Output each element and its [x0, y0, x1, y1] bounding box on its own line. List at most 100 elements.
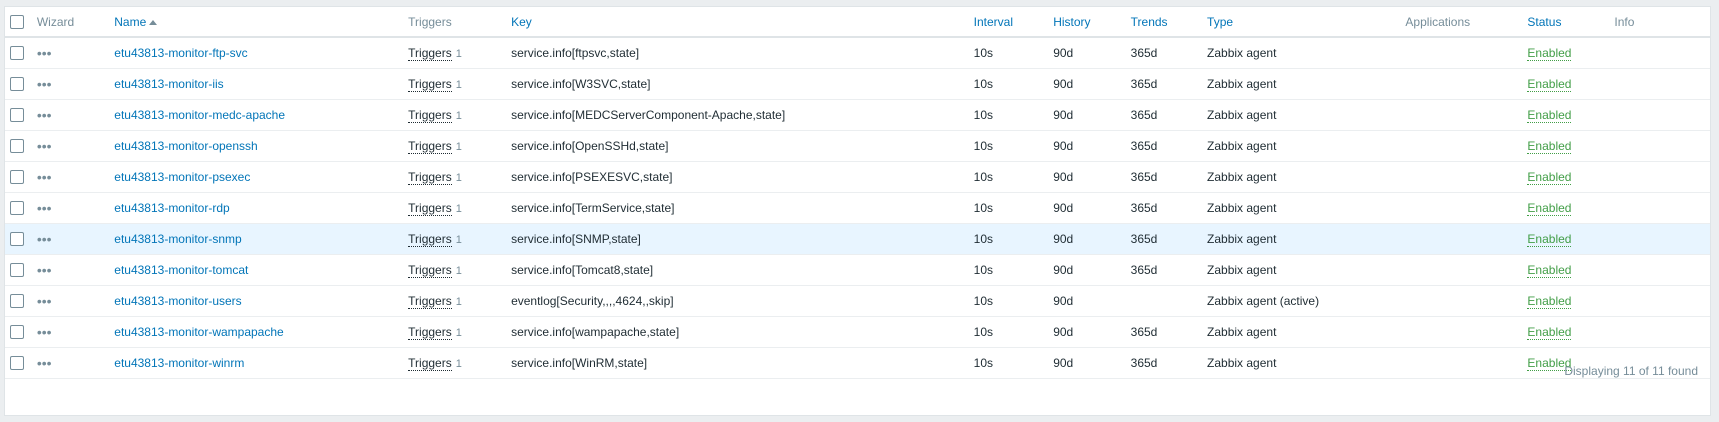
- item-name-link[interactable]: etu43813-monitor-iis: [114, 77, 223, 91]
- row-trends-cell: 365d: [1130, 37, 1208, 69]
- item-name-link[interactable]: etu43813-monitor-ftp-svc: [114, 46, 247, 60]
- row-checkbox[interactable]: [10, 325, 24, 340]
- header-status[interactable]: Status: [1527, 7, 1615, 38]
- row-wizard-cell: •••: [36, 285, 115, 317]
- header-info: Info: [1614, 7, 1710, 38]
- ellipsis-icon[interactable]: •••: [37, 45, 52, 61]
- triggers-link[interactable]: Triggers: [408, 356, 452, 371]
- row-type-cell: Zabbix agent: [1207, 99, 1406, 131]
- trigger-count: 1: [455, 234, 462, 246]
- items-table-body: ••• etu43813-monitor-ftp-svc Triggers 1 serv…: [5, 37, 1710, 379]
- row-status-cell: Enabled: [1527, 130, 1615, 162]
- row-type-cell: Zabbix agent: [1207, 192, 1406, 224]
- row-history-cell: 90d: [1053, 99, 1131, 131]
- status-toggle-link[interactable]: Enabled: [1527, 294, 1572, 309]
- item-name-link[interactable]: etu43813-monitor-rdp: [114, 201, 229, 215]
- triggers-link[interactable]: Triggers: [408, 201, 452, 216]
- row-checkbox[interactable]: [10, 108, 24, 123]
- row-type-cell: Zabbix agent: [1207, 68, 1406, 100]
- row-applications-cell: [1405, 254, 1528, 286]
- row-interval-cell: 10s: [973, 68, 1054, 100]
- trigger-count: 1: [455, 358, 462, 370]
- row-key-cell: eventlog[Security,,,,4624,,skip]: [511, 285, 974, 317]
- triggers-link[interactable]: Triggers: [408, 77, 452, 92]
- status-toggle-link[interactable]: Enabled: [1527, 232, 1572, 247]
- row-select-cell: [5, 254, 37, 286]
- item-name-link[interactable]: etu43813-monitor-wampapache: [114, 325, 283, 339]
- ellipsis-icon[interactable]: •••: [37, 107, 52, 123]
- row-type-cell: Zabbix agent: [1207, 223, 1406, 255]
- row-checkbox[interactable]: [10, 170, 24, 185]
- header-interval[interactable]: Interval: [973, 7, 1054, 38]
- item-name-link[interactable]: etu43813-monitor-tomcat: [114, 263, 248, 277]
- row-checkbox[interactable]: [10, 294, 24, 309]
- row-name-cell: etu43813-monitor-medc-apache: [114, 99, 409, 131]
- row-key-cell: service.info[wampapache,state]: [511, 316, 974, 348]
- ellipsis-icon[interactable]: •••: [37, 262, 52, 278]
- ellipsis-icon[interactable]: •••: [37, 355, 52, 371]
- row-interval-cell: 10s: [973, 285, 1054, 317]
- row-wizard-cell: •••: [36, 130, 115, 162]
- table-row: ••• etu43813-monitor-users Triggers 1 eventl…: [5, 285, 1710, 317]
- item-name-link[interactable]: etu43813-monitor-snmp: [114, 232, 241, 246]
- row-wizard-cell: •••: [36, 347, 115, 379]
- item-name-link[interactable]: etu43813-monitor-winrm: [114, 356, 244, 370]
- row-triggers-cell: Triggers 1: [408, 347, 512, 379]
- ellipsis-icon[interactable]: •••: [37, 324, 52, 340]
- item-name-link[interactable]: etu43813-monitor-medc-apache: [114, 108, 285, 122]
- header-name[interactable]: Name: [114, 7, 409, 38]
- row-checkbox[interactable]: [10, 201, 24, 216]
- triggers-link[interactable]: Triggers: [408, 108, 452, 123]
- ellipsis-icon[interactable]: •••: [37, 200, 52, 216]
- header-trends[interactable]: Trends: [1130, 7, 1208, 38]
- ellipsis-icon[interactable]: •••: [37, 138, 52, 154]
- row-info-cell: [1614, 223, 1710, 255]
- trigger-count: 1: [455, 203, 462, 215]
- triggers-link[interactable]: Triggers: [408, 46, 452, 61]
- row-select-cell: [5, 223, 37, 255]
- item-name-link[interactable]: etu43813-monitor-users: [114, 294, 241, 308]
- row-checkbox[interactable]: [10, 356, 24, 371]
- triggers-link[interactable]: Triggers: [408, 294, 452, 309]
- status-toggle-link[interactable]: Enabled: [1527, 139, 1572, 154]
- ellipsis-icon[interactable]: •••: [37, 76, 52, 92]
- row-triggers-cell: Triggers 1: [408, 37, 512, 69]
- triggers-link[interactable]: Triggers: [408, 139, 452, 154]
- header-type[interactable]: Type: [1207, 7, 1406, 38]
- status-toggle-link[interactable]: Enabled: [1527, 170, 1572, 185]
- row-name-cell: etu43813-monitor-winrm: [114, 347, 409, 379]
- row-applications-cell: [1405, 192, 1528, 224]
- row-history-cell: 90d: [1053, 161, 1131, 193]
- header-history[interactable]: History: [1053, 7, 1131, 38]
- header-key[interactable]: Key: [511, 7, 974, 38]
- row-select-cell: [5, 161, 37, 193]
- row-checkbox[interactable]: [10, 263, 24, 278]
- row-checkbox[interactable]: [10, 139, 24, 154]
- triggers-link[interactable]: Triggers: [408, 325, 452, 340]
- ellipsis-icon[interactable]: •••: [37, 293, 52, 309]
- status-toggle-link[interactable]: Enabled: [1527, 201, 1572, 216]
- row-checkbox[interactable]: [10, 46, 24, 61]
- triggers-link[interactable]: Triggers: [408, 263, 452, 278]
- row-trends-cell: 365d: [1130, 347, 1208, 379]
- select-all-checkbox[interactable]: [10, 14, 24, 29]
- status-toggle-link[interactable]: Enabled: [1527, 263, 1572, 278]
- status-toggle-link[interactable]: Enabled: [1527, 108, 1572, 123]
- row-checkbox[interactable]: [10, 77, 24, 92]
- item-name-link[interactable]: etu43813-monitor-openssh: [114, 139, 257, 153]
- row-history-cell: 90d: [1053, 37, 1131, 69]
- item-name-link[interactable]: etu43813-monitor-psexec: [114, 170, 250, 184]
- row-status-cell: Enabled: [1527, 223, 1615, 255]
- row-key-cell: service.info[W3SVC,state]: [511, 68, 974, 100]
- header-name-label[interactable]: Name: [114, 15, 146, 29]
- status-toggle-link[interactable]: Enabled: [1527, 325, 1572, 340]
- triggers-link[interactable]: Triggers: [408, 232, 452, 247]
- triggers-link[interactable]: Triggers: [408, 170, 452, 185]
- table-row: ••• etu43813-monitor-ftp-svc Triggers 1 serv…: [5, 37, 1710, 69]
- status-toggle-link[interactable]: Enabled: [1527, 77, 1572, 92]
- ellipsis-icon[interactable]: •••: [37, 231, 52, 247]
- row-checkbox[interactable]: [10, 232, 24, 247]
- row-select-cell: [5, 285, 37, 317]
- ellipsis-icon[interactable]: •••: [37, 169, 52, 185]
- status-toggle-link[interactable]: Enabled: [1527, 46, 1572, 61]
